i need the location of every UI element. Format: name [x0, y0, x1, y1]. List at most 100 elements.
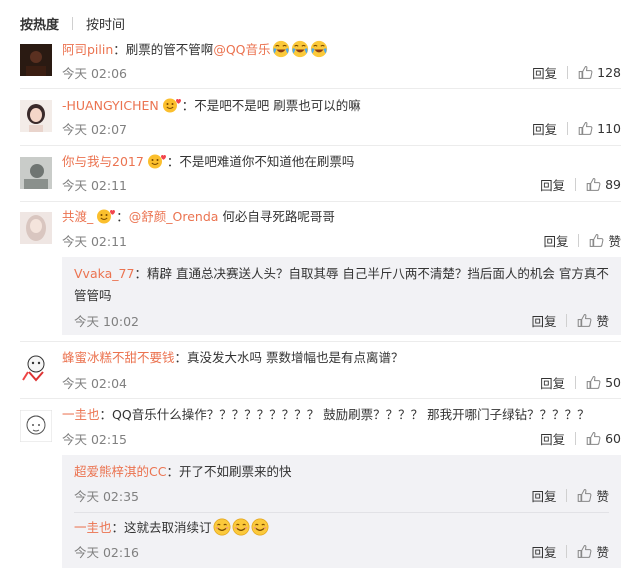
comment-actions: 回复 赞 — [543, 231, 621, 250]
reply-time: 今天 10:02 — [74, 313, 139, 329]
heart-badge-icon — [162, 97, 182, 118]
action-divider — [575, 375, 577, 389]
like-label: 赞 — [596, 488, 609, 504]
reply-button[interactable]: 回复 — [531, 311, 556, 330]
comment-username[interactable]: 蜂蜜冰糕不甜不要钱 — [62, 350, 175, 365]
comment-text: 不是吧难道你不知道他在刷票吗 — [179, 154, 355, 169]
reply-content: Vvaka_77：精辟 直通总决赛送人头？自取其辱 自己半斤八两不清楚？挡后面人… — [74, 263, 609, 307]
comment-username[interactable]: 一圭也 — [62, 407, 100, 422]
emoji-icon — [291, 40, 309, 63]
comment-content: 你与我与2017 ：不是吧难道你不知道他在刷票吗 — [62, 153, 621, 174]
like-button[interactable]: 赞 — [589, 231, 621, 250]
heart-badge-icon — [96, 208, 116, 229]
thumbs-up-icon — [577, 544, 592, 559]
thumbs-up-icon — [586, 177, 601, 192]
action-divider — [578, 233, 580, 247]
sort-by-time-tab[interactable]: 按时间 — [86, 14, 125, 33]
comment-time: 今天 02:11 — [62, 233, 127, 249]
action-divider — [566, 544, 568, 558]
reply-actions: 回复 赞 — [531, 486, 609, 505]
reply-divider — [74, 512, 609, 513]
reply-meta: 今天 10:02 回复 赞 — [74, 311, 609, 329]
reply-button[interactable]: 回复 — [532, 119, 557, 138]
like-button[interactable]: 赞 — [577, 311, 609, 330]
comment-time: 今天 02:06 — [62, 65, 127, 81]
reply-button[interactable]: 回复 — [531, 486, 556, 505]
reply-time: 今天 02:16 — [74, 544, 139, 560]
action-divider — [567, 121, 569, 135]
comment-mention[interactable]: @舒颜_Orenda — [129, 209, 219, 224]
comment-username[interactable]: -HUANGYICHEN — [62, 98, 159, 113]
reply-text: 精辟 直通总决赛送人头？自取其辱 自己半斤八两不清楚？挡后面人的机会 官方真不管… — [74, 266, 609, 303]
reply-button[interactable]: 回复 — [531, 542, 556, 561]
comment-actions: 回复 50 — [540, 373, 621, 392]
action-divider — [566, 488, 568, 502]
like-count: 60 — [605, 430, 621, 446]
reply-list: Vvaka_77：精辟 直通总决赛送人头？自取其辱 自己半斤八两不清楚？挡后面人… — [62, 257, 621, 335]
like-button[interactable]: 110 — [578, 121, 621, 136]
reply-separator: ： — [111, 520, 125, 535]
avatar[interactable] — [20, 44, 52, 76]
comment-content: 一圭也：QQ音乐什么操作？？？？？？？？？ 鼓励刷票？？？？ 那我开哪门子绿钻？… — [62, 406, 621, 424]
comment-actions: 回复 89 — [540, 175, 621, 194]
sort-by-hot-tab[interactable]: 按热度 — [20, 14, 59, 33]
like-button[interactable]: 60 — [586, 431, 621, 446]
like-label: 赞 — [596, 544, 609, 560]
reply-button[interactable]: 回复 — [532, 63, 557, 82]
thumbs-up-icon — [589, 233, 604, 248]
comment-separator: ： — [181, 98, 195, 113]
like-button[interactable]: 赞 — [577, 486, 609, 505]
divider — [20, 88, 621, 89]
thumbs-up-icon — [586, 431, 601, 446]
thumbs-up-icon — [586, 375, 601, 390]
reply-username[interactable]: 超爱熊梓淇的CC — [74, 464, 166, 479]
comment-text: QQ音乐什么操作？？？？？？？？？ 鼓励刷票？？？？ 那我开哪门子绿钻？？？？？ — [112, 407, 590, 422]
comment-content: 共渡_ ：@舒颜_Orenda 何必自寻死路呢哥哥 — [62, 208, 621, 229]
like-button[interactable]: 128 — [578, 65, 621, 80]
like-button[interactable]: 89 — [586, 177, 621, 192]
thumbs-up-icon — [578, 65, 593, 80]
comment-meta: 今天 02:04 回复 50 — [62, 373, 621, 391]
comment-time: 今天 02:07 — [62, 121, 127, 137]
reply-button[interactable]: 回复 — [540, 429, 565, 448]
reply-button[interactable]: 回复 — [543, 231, 568, 250]
reply-text: 这就去取消续订 — [124, 520, 212, 535]
emoji-icon — [251, 518, 269, 543]
comment-actions: 回复 128 — [532, 63, 621, 82]
reply-username[interactable]: 一圭也 — [74, 520, 112, 535]
comment-time: 今天 02:04 — [62, 375, 127, 391]
like-count: 50 — [605, 374, 621, 390]
comment-text: 真没发大水吗 票数增幅也是有点离谱？ — [187, 350, 404, 365]
reply-button[interactable]: 回复 — [540, 175, 565, 194]
avatar[interactable] — [20, 410, 52, 442]
reply-separator: ： — [134, 266, 147, 281]
comment-content: 阿司pilin：刷票的管不管啊@QQ音乐 — [62, 40, 621, 63]
comment-text: 何必自寻死路呢哥哥 — [218, 209, 335, 224]
avatar[interactable] — [20, 100, 52, 132]
comment-text: 刷票的管不管啊 — [125, 42, 214, 57]
reply-list: 超爱熊梓淇的CC：开了不如刷票来的快 今天 02:35 回复 赞 一圭也：这就去… — [62, 455, 621, 568]
avatar[interactable] — [20, 212, 52, 244]
comment-separator: ： — [113, 42, 126, 57]
reply-button[interactable]: 回复 — [540, 373, 565, 392]
comment-meta: 今天 02:11 回复 89 — [62, 175, 621, 193]
reply-text: 开了不如刷票来的快 — [178, 464, 292, 479]
comment-username[interactable]: 你与我与2017 — [62, 154, 144, 169]
comment-time: 今天 02:11 — [62, 177, 127, 193]
reply-username[interactable]: Vvaka_77 — [74, 266, 134, 281]
comment-username[interactable]: 共渡_ — [62, 209, 93, 224]
like-button[interactable]: 赞 — [577, 542, 609, 561]
reply-separator: ： — [166, 464, 179, 479]
emoji-icon — [213, 518, 231, 543]
comment-mention[interactable]: @QQ音乐 — [213, 42, 270, 57]
emoji-icon — [310, 40, 328, 63]
comment-username[interactable]: 阿司pilin — [62, 42, 113, 57]
comment-meta: 今天 02:15 回复 60 — [62, 429, 621, 447]
divider — [20, 201, 621, 202]
avatar[interactable] — [20, 157, 52, 189]
comment-separator: ： — [174, 350, 188, 365]
heart-badge-icon — [147, 153, 167, 174]
like-button[interactable]: 50 — [586, 375, 621, 390]
emoji-icon — [232, 518, 250, 543]
avatar[interactable] — [20, 352, 52, 384]
